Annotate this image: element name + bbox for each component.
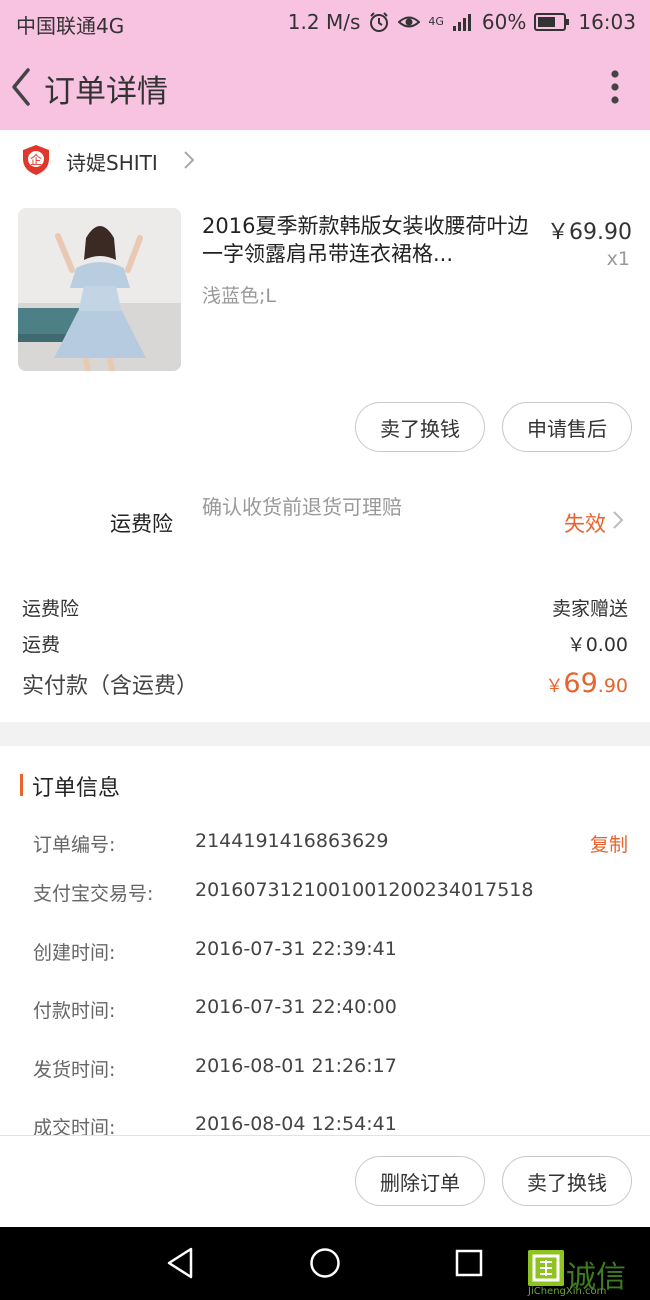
created-time-label: 创建时间: (33, 942, 116, 964)
paid-time-label: 付款时间: (33, 1000, 116, 1022)
apply-after-sale-button[interactable]: 申请售后 (502, 402, 632, 452)
chevron-right-icon (613, 511, 624, 529)
product-item[interactable]: 2016夏季新款韩版女装收腰荷叶边一字领露肩吊带连衣裙格... 浅蓝色;L ￥6… (0, 208, 650, 378)
back-arrow-icon[interactable] (6, 64, 36, 110)
alipay-trade-value: 2016073121001001200234017518 (195, 879, 534, 901)
shop-name: 诗媞SHITI (66, 151, 158, 175)
order-info-title: 订单信息 (32, 776, 121, 801)
battery-icon (534, 13, 570, 31)
eye-icon (398, 16, 421, 28)
delete-order-button[interactable]: 删除订单 (355, 1156, 485, 1206)
product-title: 2016夏季新款韩版女装收腰荷叶边一字领露肩吊带连衣裙格... (202, 214, 529, 266)
sell-for-cash-bottom-button[interactable]: 卖了换钱 (502, 1156, 632, 1206)
order-info-header: 订单信息 (0, 766, 650, 806)
battery-percent: 60% (481, 10, 527, 34)
shipped-time-label: 发货时间: (33, 1059, 116, 1081)
currency-symbol: ￥ (545, 676, 564, 697)
fee-insurance-value: 卖家赠送 (551, 598, 628, 620)
shipped-time-value: 2016-08-01 21:26:17 (195, 1055, 397, 1077)
product-price: ￥69.90 (547, 220, 632, 245)
insurance-label: 运费险 (110, 512, 173, 536)
watermark: 诚信 JiChengXin.com (528, 1250, 646, 1298)
network-type: 4G (428, 15, 444, 28)
chevron-right-icon (184, 151, 195, 169)
carrier-label: 中国联通4G (16, 14, 125, 38)
more-menu-icon[interactable] (610, 70, 620, 104)
bottom-action-bar: 删除订单 卖了换钱 (0, 1135, 650, 1227)
paid-decimal: .90 (597, 675, 628, 697)
completed-time-value: 2016-08-04 12:54:41 (195, 1113, 397, 1135)
fee-shipping-label: 运费 (22, 634, 61, 656)
paid-total-amount: ￥69.90 (545, 668, 628, 699)
nav-back-icon[interactable] (166, 1247, 194, 1279)
section-divider (0, 722, 650, 746)
enterprise-shield-icon: 企 (23, 145, 49, 175)
alipay-trade-label: 支付宝交易号: (33, 883, 154, 905)
paid-time-value: 2016-07-31 22:40:00 (195, 996, 397, 1018)
paid-total-label: 实付款（含运费） (22, 674, 199, 699)
product-image (18, 208, 181, 371)
product-quantity: x1 (606, 248, 630, 270)
insurance-status: 失效 (564, 512, 606, 536)
fee-shipping-value: ￥0.00 (566, 634, 628, 656)
copy-button[interactable]: 复制 (590, 830, 628, 857)
watermark-url: JiChengXin.com (528, 1286, 607, 1297)
section-accent-bar (20, 774, 23, 796)
insurance-description: 确认收货前退货可理赔 (202, 495, 402, 519)
shipping-insurance-row[interactable]: 运费险 确认收货前退货可理赔 失效 (0, 488, 650, 558)
status-icons: 1.2 M/s 4G 60% 16:03 (288, 10, 636, 34)
nav-recents-icon[interactable] (455, 1249, 483, 1277)
network-speed: 1.2 M/s (287, 10, 361, 34)
alarm-icon (370, 12, 389, 32)
status-bar: 中国联通4G 1.2 M/s 4G 60% 16:03 (0, 0, 650, 44)
order-number-label: 订单编号: (33, 834, 116, 856)
clock: 16:03 (578, 10, 636, 34)
shop-row[interactable]: 企 诗媞SHITI (0, 130, 650, 190)
page-title: 订单详情 (44, 74, 168, 110)
app-bar: 订单详情 (0, 44, 650, 130)
svg-text:企: 企 (30, 152, 42, 167)
signal-icon (452, 14, 471, 31)
created-time-value: 2016-07-31 22:39:41 (195, 938, 397, 960)
order-number-value: 2144191416863629 (195, 830, 389, 852)
paid-integer: 69 (563, 668, 598, 699)
product-sku: 浅蓝色;L (202, 285, 276, 307)
nav-home-icon[interactable] (309, 1247, 341, 1279)
sell-for-cash-button[interactable]: 卖了换钱 (355, 402, 485, 452)
fee-insurance-label: 运费险 (22, 598, 80, 620)
watermark-logo-icon (528, 1250, 564, 1286)
